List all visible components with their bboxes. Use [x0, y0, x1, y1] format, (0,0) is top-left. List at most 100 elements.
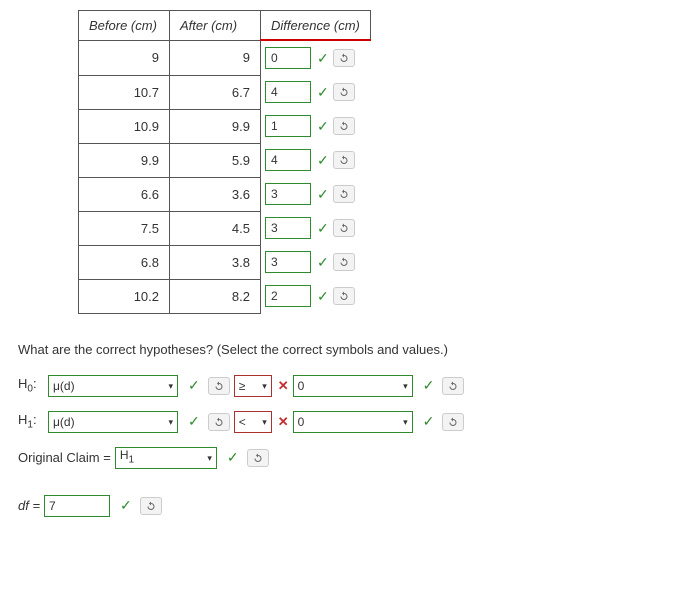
retry-button[interactable]: [333, 151, 355, 169]
before-cell: 10.9: [79, 109, 170, 143]
table-row: 10.99.91✓: [79, 109, 371, 143]
diff-input[interactable]: 4: [265, 81, 311, 103]
check-icon: ✓: [317, 186, 329, 202]
check-icon: ✓: [317, 118, 329, 134]
retry-icon: [338, 154, 350, 166]
diff-cell: 3✓: [261, 245, 371, 279]
table-row: 10.28.22✓: [79, 279, 371, 313]
h0-parameter-select[interactable]: μ(d)▾: [48, 375, 178, 397]
after-cell: 4.5: [170, 211, 261, 245]
df-label: df =: [18, 498, 40, 513]
retry-button[interactable]: [333, 219, 355, 237]
caret-icon: ▾: [207, 449, 212, 467]
h0-operator-select[interactable]: ≥▾: [234, 375, 272, 397]
cross-icon: ✕: [278, 378, 289, 394]
diff-cell: 2✓: [261, 279, 371, 313]
retry-icon: [145, 500, 157, 512]
check-icon: ✓: [317, 254, 329, 270]
retry-button[interactable]: [247, 449, 269, 467]
diff-cell: 4✓: [261, 143, 371, 177]
before-cell: 10.7: [79, 75, 170, 109]
h0-label: H0:: [18, 376, 44, 395]
after-cell: 9.9: [170, 109, 261, 143]
after-cell: 3.8: [170, 245, 261, 279]
h1-parameter-select[interactable]: μ(d)▾: [48, 411, 178, 433]
table-row: 9.95.94✓: [79, 143, 371, 177]
retry-button[interactable]: [140, 497, 162, 515]
retry-icon: [338, 52, 350, 64]
caret-icon: ▾: [403, 413, 408, 431]
retry-icon: [447, 380, 459, 392]
h1-value-select[interactable]: 0▾: [293, 411, 413, 433]
diff-cell: 3✓: [261, 211, 371, 245]
table-row: 10.76.74✓: [79, 75, 371, 109]
after-cell: 5.9: [170, 143, 261, 177]
original-claim-select[interactable]: H1▾: [115, 447, 217, 469]
df-row: df = 7 ✓: [18, 495, 675, 517]
check-icon: ✓: [317, 220, 329, 236]
caret-icon: ▾: [168, 413, 173, 431]
table-row: 6.83.83✓: [79, 245, 371, 279]
check-icon: ✓: [317, 152, 329, 168]
retry-button[interactable]: [208, 377, 230, 395]
col-before-header: Before (cm): [79, 11, 170, 41]
before-cell: 6.6: [79, 177, 170, 211]
retry-button[interactable]: [442, 413, 464, 431]
retry-icon: [338, 290, 350, 302]
retry-button[interactable]: [442, 377, 464, 395]
check-icon: ✓: [423, 413, 435, 430]
before-cell: 9.9: [79, 143, 170, 177]
diff-input[interactable]: 2: [265, 285, 311, 307]
caret-icon: ▾: [403, 377, 408, 395]
check-icon: ✓: [120, 497, 132, 514]
check-icon: ✓: [227, 449, 239, 466]
retry-button[interactable]: [333, 253, 355, 271]
check-icon: ✓: [317, 84, 329, 100]
table-row: 990✓: [79, 40, 371, 75]
retry-button[interactable]: [333, 117, 355, 135]
retry-icon: [338, 256, 350, 268]
data-table: Before (cm) After (cm) Difference (cm) 9…: [78, 10, 371, 314]
retry-icon: [252, 452, 264, 464]
h1-row: H1: μ(d)▾ ✓ <▾ ✕ 0▾ ✓: [18, 411, 675, 433]
caret-icon: ▾: [262, 413, 267, 431]
hypotheses-question: What are the correct hypotheses? (Select…: [18, 342, 675, 357]
retry-icon: [213, 380, 225, 392]
diff-cell: 3✓: [261, 177, 371, 211]
original-claim-row: Original Claim = H1▾ ✓: [18, 447, 675, 469]
retry-icon: [338, 86, 350, 98]
cross-icon: ✕: [278, 414, 289, 430]
diff-input[interactable]: 0: [265, 47, 311, 69]
retry-button[interactable]: [333, 287, 355, 305]
retry-button[interactable]: [333, 49, 355, 67]
h0-value-select[interactable]: 0▾: [293, 375, 413, 397]
retry-icon: [338, 188, 350, 200]
table-row: 7.54.53✓: [79, 211, 371, 245]
before-cell: 9: [79, 40, 170, 75]
retry-icon: [213, 416, 225, 428]
before-cell: 6.8: [79, 245, 170, 279]
after-cell: 8.2: [170, 279, 261, 313]
retry-icon: [338, 222, 350, 234]
check-icon: ✓: [188, 377, 200, 394]
h1-label: H1:: [18, 412, 44, 431]
h1-operator-select[interactable]: <▾: [234, 411, 272, 433]
diff-cell: 1✓: [261, 109, 371, 143]
after-cell: 3.6: [170, 177, 261, 211]
diff-input[interactable]: 3: [265, 251, 311, 273]
retry-button[interactable]: [333, 83, 355, 101]
retry-icon: [447, 416, 459, 428]
diff-input[interactable]: 1: [265, 115, 311, 137]
diff-input[interactable]: 3: [265, 217, 311, 239]
df-input[interactable]: 7: [44, 495, 110, 517]
before-cell: 10.2: [79, 279, 170, 313]
col-diff-header: Difference (cm): [261, 11, 371, 41]
retry-button[interactable]: [208, 413, 230, 431]
before-cell: 7.5: [79, 211, 170, 245]
check-icon: ✓: [423, 377, 435, 394]
check-icon: ✓: [188, 413, 200, 430]
diff-input[interactable]: 3: [265, 183, 311, 205]
retry-button[interactable]: [333, 185, 355, 203]
diff-input[interactable]: 4: [265, 149, 311, 171]
original-claim-label: Original Claim =: [18, 450, 111, 465]
